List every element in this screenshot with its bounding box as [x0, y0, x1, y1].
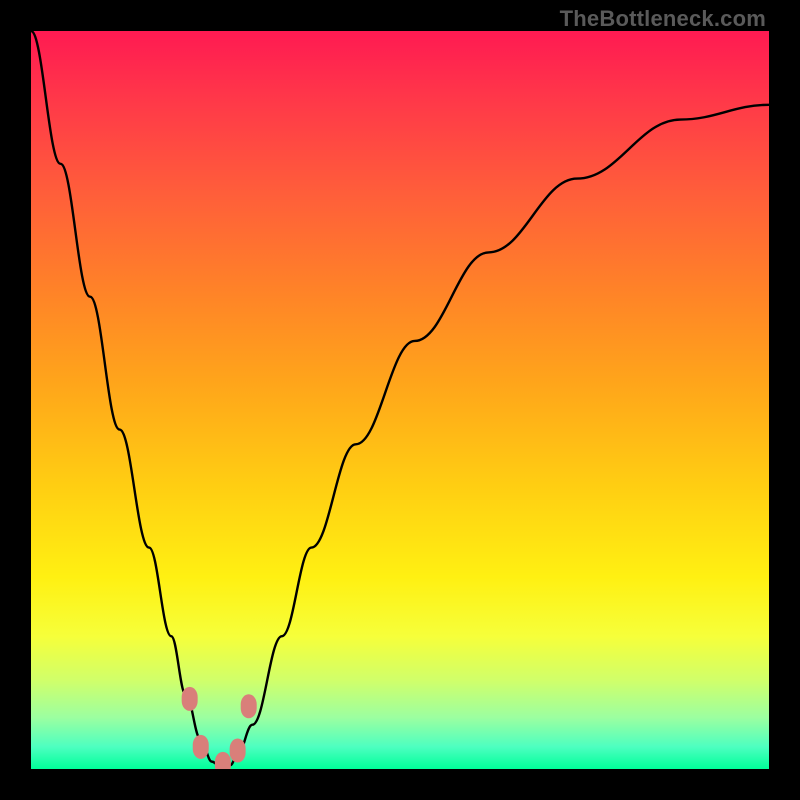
chart-frame: TheBottleneck.com — [0, 0, 800, 800]
curve-marker — [193, 735, 209, 759]
curve-marker — [182, 687, 198, 711]
bottleneck-curve — [31, 31, 769, 769]
plot-area — [31, 31, 769, 769]
watermark-text: TheBottleneck.com — [560, 6, 766, 32]
curve-marker — [230, 739, 246, 763]
curve-marker — [215, 752, 231, 769]
curve-markers — [182, 687, 257, 769]
curve-plot — [31, 31, 769, 769]
curve-marker — [241, 694, 257, 718]
